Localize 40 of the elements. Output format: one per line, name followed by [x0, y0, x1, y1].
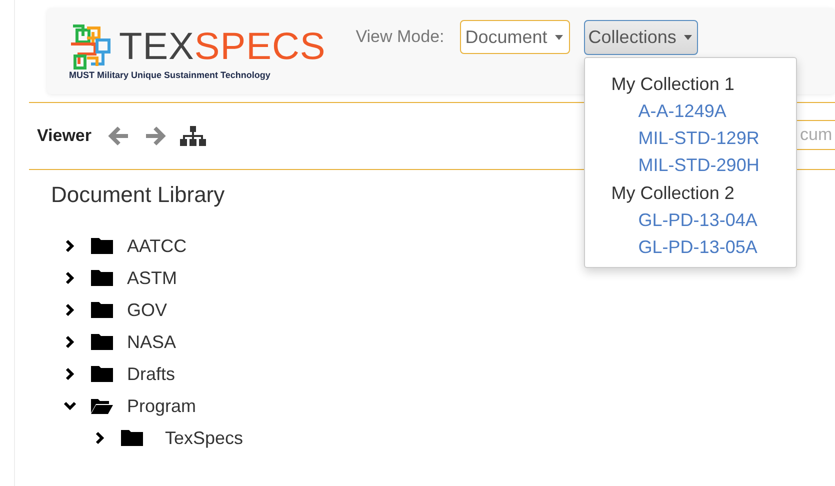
chevron-right-icon[interactable]: [63, 335, 77, 349]
back-arrow-icon[interactable]: [108, 126, 130, 146]
folder-icon: [91, 270, 113, 286]
viewer-title: Viewer: [37, 126, 92, 146]
library-title: Document Library: [51, 182, 225, 208]
open-folder-icon: [91, 398, 113, 414]
logo-wordmark: TEXSPECS: [119, 26, 326, 68]
chevron-right-icon[interactable]: [63, 367, 77, 381]
chevron-down-icon[interactable]: [63, 399, 77, 413]
tree-item[interactable]: GOV: [127, 300, 168, 320]
menu-header: My Collection 2: [610, 182, 734, 205]
logo-tagline: MUST Military Unique Sustainment Technology: [69, 70, 270, 80]
chevron-right-icon[interactable]: [93, 431, 107, 445]
tree-item[interactable]: ASTM: [127, 268, 178, 288]
menu-item[interactable]: MIL-STD-290H: [585, 152, 760, 178]
folder-icon: [91, 366, 113, 382]
caret-icon: [555, 34, 564, 40]
caret-icon: [684, 34, 692, 40]
folder-icon: [121, 430, 143, 446]
tree-item[interactable]: Program: [127, 396, 196, 416]
menu-header: My Collection 1: [610, 72, 734, 96]
menu-item[interactable]: GL-PD-13-04A: [585, 206, 758, 234]
sitemap-icon[interactable]: [180, 126, 206, 146]
tree-item[interactable]: TexSpecs: [165, 428, 244, 448]
menu-item[interactable]: MIL-STD-129R: [585, 124, 760, 152]
chevron-right-icon[interactable]: [63, 303, 77, 317]
menu-item[interactable]: A-A-1249A: [585, 98, 726, 124]
view-mode-label: View Mode:: [356, 27, 444, 47]
forward-arrow-icon[interactable]: [144, 126, 166, 146]
tree-item[interactable]: Drafts: [127, 364, 176, 384]
folder-icon: [91, 238, 113, 254]
menu-item[interactable]: GL-PD-13-05A: [585, 234, 758, 260]
view-mode-dropdown[interactable]: Document: [460, 20, 570, 54]
folder-icon: [91, 334, 113, 350]
collections-dropdown[interactable]: Collections: [584, 20, 698, 54]
tree-item[interactable]: NASA: [127, 332, 176, 352]
folder-icon: [91, 302, 113, 318]
tree-item[interactable]: AATCC: [127, 236, 187, 256]
chevron-right-icon[interactable]: [63, 239, 77, 253]
chevron-right-icon[interactable]: [63, 271, 77, 285]
